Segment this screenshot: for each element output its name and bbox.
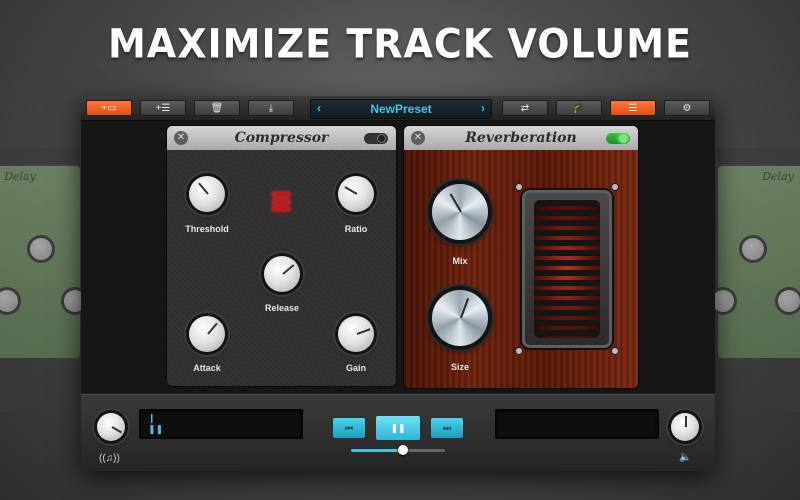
ghost-device-right: Delay [712, 148, 800, 360]
audio-source-icon[interactable]: ((♫)) [99, 453, 120, 464]
delete-button[interactable]: 🗑 [194, 100, 240, 116]
size-label: Size [450, 362, 469, 372]
mix-label: Mix [452, 256, 468, 266]
ghost-bottom-right [718, 368, 800, 412]
ghost-knob [742, 238, 764, 260]
preset-selector[interactable]: ‹ NewPreset › [310, 99, 492, 119]
download-icon: ⤓ [268, 103, 274, 114]
skip-forward-icon: ⏭ [442, 423, 452, 433]
position-thumb[interactable] [397, 445, 408, 455]
trash-icon: 🗑 [210, 103, 224, 114]
routing-button[interactable]: ⇄ [502, 100, 548, 116]
pause-icon: ❚❚ [390, 423, 406, 433]
release-label: Release [264, 303, 300, 313]
reverb-title: Reverberation [465, 130, 577, 146]
add-effect-button[interactable]: +▭ [86, 100, 132, 116]
preset-name: NewPreset [370, 102, 432, 116]
output-volume-knob[interactable] [671, 413, 699, 441]
gain-label: Gain [345, 363, 366, 373]
reverb-header: ✕ Reverberation [404, 126, 638, 150]
pause-indicator-icon: ❚❚ [148, 424, 164, 434]
position-slider[interactable] [351, 445, 445, 455]
settings-button[interactable]: ⚙ [664, 100, 710, 116]
attack-knob[interactable] [189, 316, 225, 352]
threshold-label: Threshold [185, 224, 229, 234]
previous-button[interactable]: ⏮ [333, 418, 365, 438]
track-display-right [495, 409, 659, 439]
compressor-title: Compressor [234, 130, 329, 146]
ghost-knob [712, 290, 734, 312]
preset-next-icon[interactable]: › [481, 101, 485, 115]
speaker-icon[interactable]: 🔈 [679, 452, 691, 463]
ghost-title-right: Delay [762, 170, 794, 183]
ghost-title-left: Delay [4, 170, 36, 183]
transport-bar: ❙ ❚❚ ⏮ ❚❚ ⏭ ((♫)) 🔈 [81, 394, 715, 471]
download-button[interactable]: ⤓ [248, 100, 294, 116]
routing-icon: ⇄ [520, 103, 530, 114]
compressor-toggle[interactable] [364, 133, 388, 144]
size-knob[interactable] [432, 290, 488, 346]
gear-icon: ⚙ [682, 103, 692, 114]
input-volume-knob[interactable] [97, 413, 125, 441]
ghost-knob [778, 290, 800, 312]
compressor-panel: ✕ Compressor Threshold Ratio Release Att… [167, 126, 396, 386]
ghost-device-left: Delay [0, 148, 86, 360]
next-button[interactable]: ⏭ [431, 418, 463, 438]
gain-knob[interactable] [338, 316, 374, 352]
transport-controls: ⏮ ❚❚ ⏭ [333, 416, 463, 440]
add-list-icon: +☰ [155, 103, 171, 114]
list-button[interactable]: ☰ [610, 100, 656, 116]
ghost-knob [0, 290, 18, 312]
add-list-button[interactable]: +☰ [140, 100, 186, 116]
reverb-grille [516, 184, 618, 354]
tutorial-button[interactable]: 🎓 [556, 100, 602, 116]
attack-label: Attack [193, 363, 221, 373]
release-knob[interactable] [264, 256, 300, 292]
effects-device: +▭ +☰ 🗑 ⤓ ‹ NewPreset › ⇄ 🎓 ☰ ⚙ ✕ Compre… [81, 96, 715, 471]
reverb-panel: ✕ Reverberation Mix Size [404, 126, 638, 388]
tutorial-icon: 🎓 [572, 103, 586, 114]
add-effect-icon: +▭ [101, 103, 117, 114]
position-fill [351, 449, 403, 452]
reverb-toggle[interactable] [606, 133, 630, 144]
threshold-knob[interactable] [189, 176, 225, 212]
ratio-label: Ratio [344, 224, 368, 234]
mix-knob[interactable] [432, 184, 488, 240]
compressor-header: ✕ Compressor [167, 126, 396, 150]
ghost-knob [30, 238, 52, 260]
headline: MAXIMIZE TRACK VOLUME [107, 20, 693, 68]
ratio-knob[interactable] [338, 176, 374, 212]
gain-reduction-led [272, 192, 290, 214]
ghost-bottom-left [0, 368, 80, 412]
pause-button[interactable]: ❚❚ [376, 416, 420, 440]
list-icon: ☰ [628, 103, 638, 114]
skip-back-icon: ⏮ [344, 423, 354, 433]
toolbar: +▭ +☰ 🗑 ⤓ ‹ NewPreset › ⇄ 🎓 ☰ ⚙ [81, 96, 715, 121]
track-display-left: ❙ ❚❚ [139, 409, 303, 439]
